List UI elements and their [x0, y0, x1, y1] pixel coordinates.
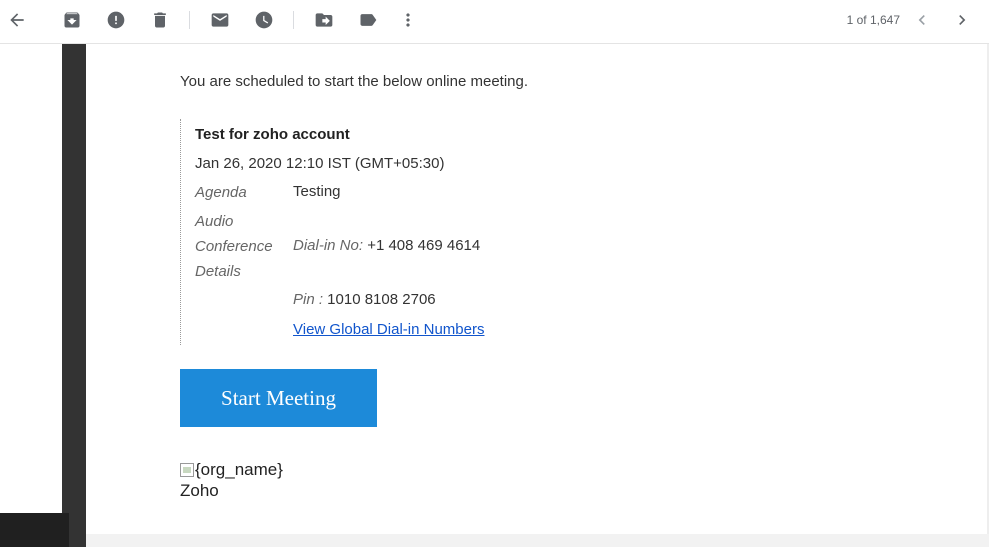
pin-label: Pin : [293, 291, 324, 308]
toolbar-divider [293, 11, 294, 29]
dialin-label: Dial-in No: [293, 237, 364, 254]
dialin-number: +1 408 469 4614 [363, 237, 481, 254]
agenda-value: Testing [293, 183, 341, 200]
meeting-title: Test for zoho account [195, 126, 350, 143]
email-body: You are scheduled to start the below onl… [86, 44, 987, 534]
toolbar: 1 of 1,647 [0, 0, 989, 44]
mark-unread-icon[interactable] [206, 8, 234, 32]
move-to-icon[interactable] [310, 8, 338, 32]
meeting-details: Test for zoho account Jan 26, 2020 12:10… [180, 119, 600, 345]
toolbar-divider [189, 11, 190, 29]
clock-icon[interactable] [250, 8, 278, 32]
label-icon[interactable] [354, 8, 382, 32]
audio-label-line-2: Conference [195, 238, 273, 255]
logo-alt-text: {org_name} [195, 460, 283, 479]
org-name: Zoho [180, 481, 219, 500]
start-meeting-button[interactable]: Start Meeting [180, 369, 377, 427]
agenda-label: Agenda [195, 184, 247, 201]
report-spam-icon[interactable] [102, 8, 130, 32]
dialin-row: Dial-in No: +1 408 469 4614 [293, 237, 480, 254]
org-logo-broken: {org_name} [180, 460, 283, 480]
chevron-right-icon[interactable] [948, 8, 976, 32]
pin-value: 1010 8108 2706 [323, 291, 436, 308]
trash-icon[interactable] [146, 8, 174, 32]
more-vert-icon[interactable] [394, 8, 422, 32]
message-counter: 1 of 1,647 [846, 13, 900, 27]
broken-image-icon [180, 463, 194, 477]
email-intro-text: You are scheduled to start the below onl… [180, 73, 529, 90]
chevron-left-icon[interactable] [908, 8, 936, 32]
global-dialin-link[interactable]: View Global Dial-in Numbers [293, 321, 484, 338]
left-bottom-panel [0, 513, 69, 547]
arrow-left-icon[interactable] [3, 8, 31, 32]
pin-row: Pin : 1010 8108 2706 [293, 291, 436, 308]
audio-label-line-1: Audio [195, 213, 234, 230]
left-dark-gutter [62, 44, 86, 547]
bottom-strip [86, 534, 989, 547]
meeting-datetime: Jan 26, 2020 12:10 IST (GMT+05:30) [195, 155, 445, 172]
archive-icon[interactable] [58, 8, 86, 32]
audio-label-line-3: Details [195, 263, 241, 280]
